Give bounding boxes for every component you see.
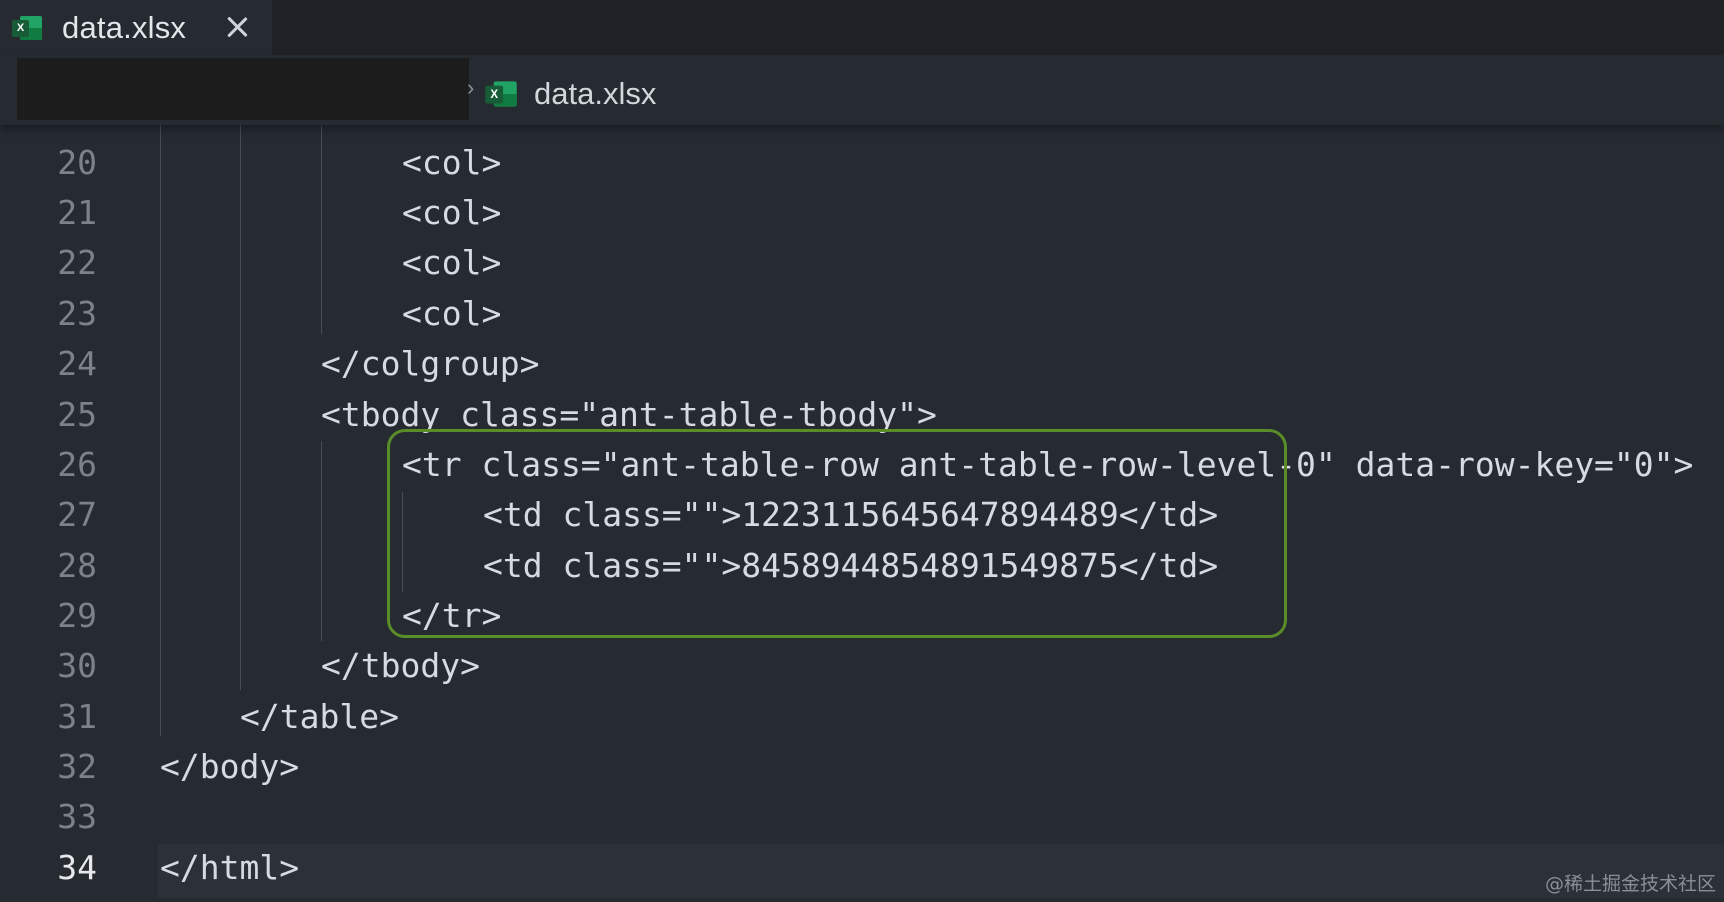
code-line: <col> xyxy=(402,294,502,333)
line-number: 20 xyxy=(57,143,97,182)
line-number: 33 xyxy=(57,797,97,836)
code-line: </colgroup> xyxy=(321,344,540,383)
breadcrumb: › X data.xlsx xyxy=(0,55,1724,125)
line-number: 31 xyxy=(57,697,97,736)
breadcrumb-separator: › xyxy=(467,75,475,100)
line-number: 32 xyxy=(57,747,97,786)
indent-guide xyxy=(321,112,322,334)
indent-guide xyxy=(240,112,241,690)
line-number: 26 xyxy=(57,445,97,484)
tab-title: data.xlsx xyxy=(62,9,187,45)
line-number: 28 xyxy=(57,546,97,585)
code-line: </tbody> xyxy=(321,646,480,685)
indent-guide xyxy=(321,441,322,641)
annotation-highlight-box xyxy=(387,429,1287,638)
code-line: </body> xyxy=(160,747,300,786)
tab-strip: X data.xlsx xyxy=(0,0,1724,55)
indent-guide xyxy=(160,112,161,736)
line-number: 27 xyxy=(57,495,97,534)
line-number: 21 xyxy=(57,193,97,232)
redacted-path xyxy=(17,58,469,120)
tab-data-xlsx[interactable]: X data.xlsx xyxy=(0,0,272,55)
close-icon[interactable] xyxy=(222,12,252,42)
line-number: 23 xyxy=(57,294,97,333)
code-line: <col> xyxy=(402,193,502,232)
breadcrumb-file[interactable]: X data.xlsx xyxy=(485,76,657,112)
line-number: 22 xyxy=(57,243,97,282)
watermark: @稀土掘金技术社区 xyxy=(1544,873,1716,895)
code-line: </table> xyxy=(240,697,399,736)
line-number-current: 34 xyxy=(57,848,97,887)
current-line-highlight xyxy=(158,844,1724,898)
line-number: 29 xyxy=(57,596,97,635)
code-line: <col> xyxy=(402,143,502,182)
line-number: 24 xyxy=(57,344,97,383)
code-line: <col> xyxy=(402,243,502,282)
code-line: </html> xyxy=(160,848,300,887)
excel-file-icon: X xyxy=(12,14,42,42)
line-number: 25 xyxy=(57,395,97,434)
breadcrumb-file-label: data.xlsx xyxy=(534,76,657,111)
line-number: 30 xyxy=(57,646,97,685)
code-editor[interactable]: 20 <col> 21 <col> 22 <col> 23 <col> 24 <… xyxy=(0,112,1724,902)
excel-file-icon: X xyxy=(485,79,517,108)
